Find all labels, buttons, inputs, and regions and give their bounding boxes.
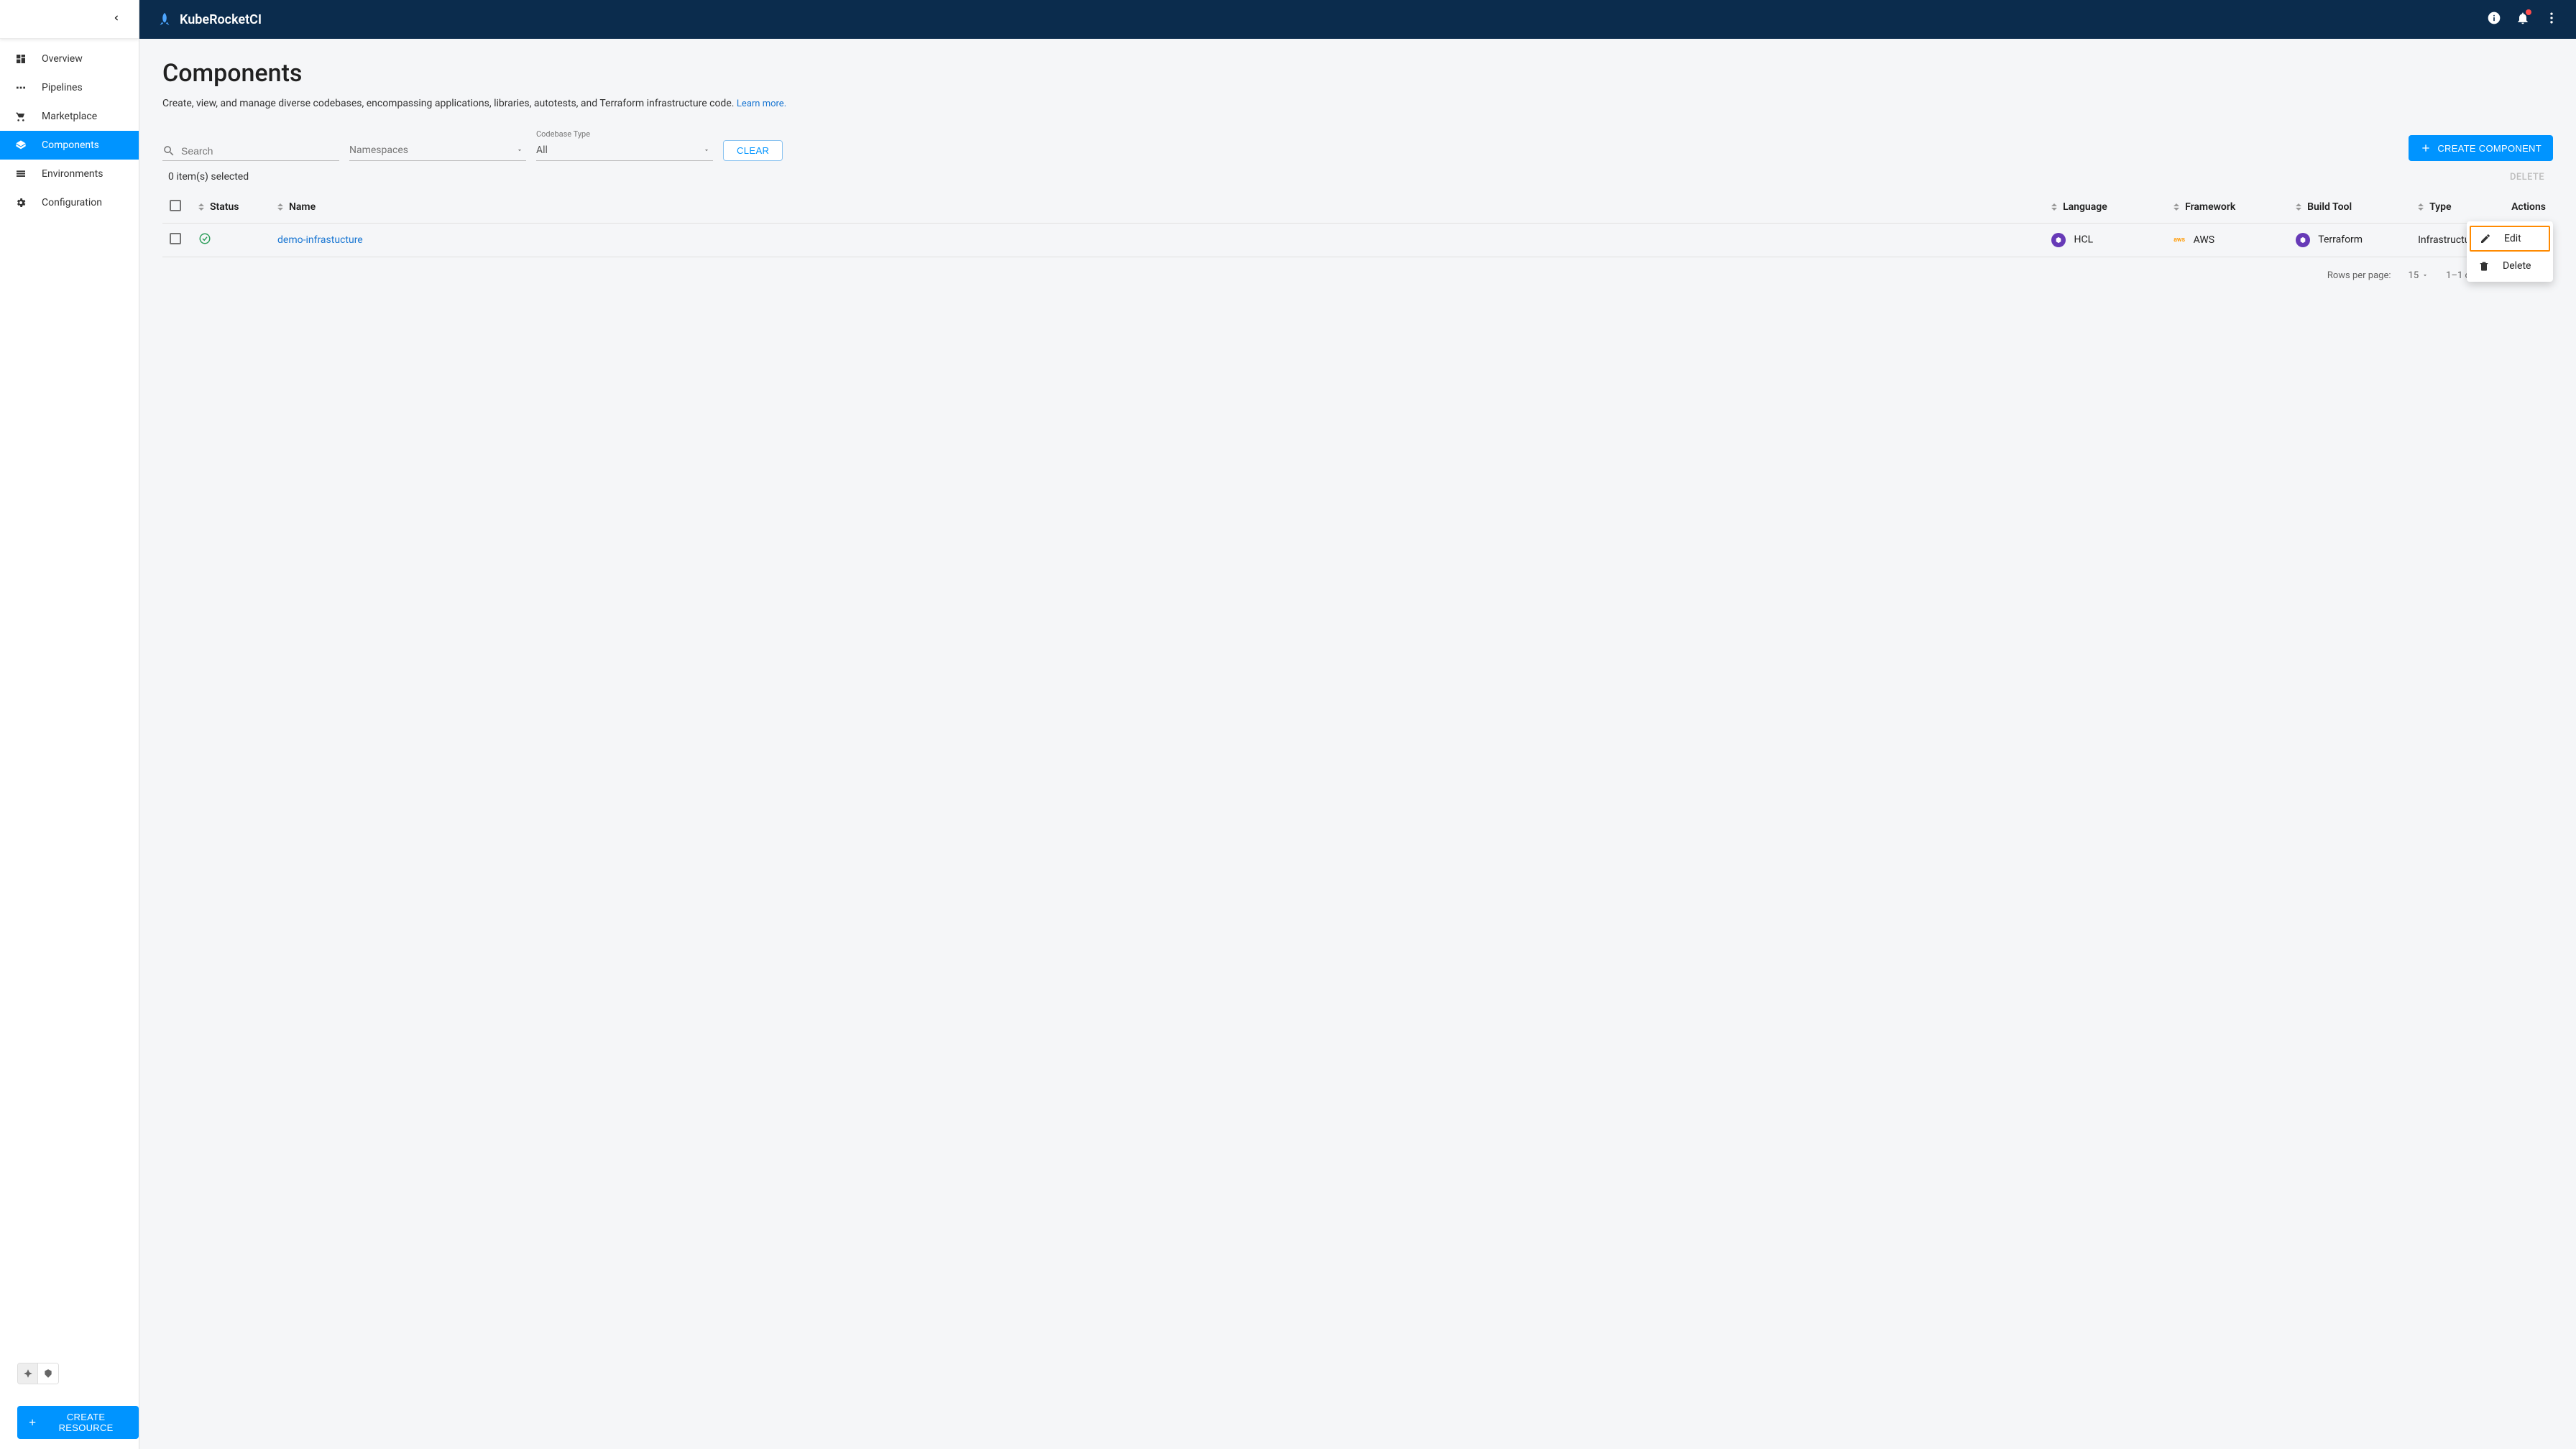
col-language: Language [2063, 201, 2107, 213]
sidebar-item-pipelines[interactable]: Pipelines [0, 73, 139, 102]
notifications-icon[interactable] [2516, 11, 2530, 28]
sidebar-header [0, 0, 139, 39]
row-checkbox[interactable] [170, 233, 181, 244]
create-component-label: CREATE COMPONENT [2437, 143, 2542, 154]
theme-k8s-button[interactable] [38, 1363, 58, 1384]
sidebar-item-environments[interactable]: Environments [0, 160, 139, 188]
brand-label: KubeRocketCI [180, 12, 262, 27]
namespaces-placeholder: Namespaces [349, 144, 408, 156]
sidebar-item-marketplace[interactable]: Marketplace [0, 102, 139, 131]
more-icon[interactable] [2544, 11, 2559, 28]
search-input[interactable] [181, 145, 339, 157]
search-icon [162, 144, 175, 157]
info-icon[interactable] [2487, 11, 2501, 28]
sidebar-collapse-icon[interactable] [111, 13, 121, 26]
sidebar-item-label: Environments [42, 168, 103, 180]
trash-icon [2478, 260, 2490, 272]
selection-text: 0 item(s) selected [168, 171, 249, 183]
chevron-down-icon [2421, 272, 2429, 279]
sort-icon[interactable] [2296, 203, 2301, 211]
sidebar-item-label: Overview [42, 53, 83, 65]
theme-toggle [17, 1363, 59, 1384]
sidebar: Overview Pipelines Marketplace Component… [0, 0, 139, 1449]
col-actions: Actions [2511, 201, 2546, 213]
col-type: Type [2429, 201, 2451, 213]
sidebar-item-label: Marketplace [42, 111, 97, 122]
codebase-type-value: All [536, 144, 548, 156]
topbar: KubeRocketCI [139, 0, 2576, 39]
col-build-tool: Build Tool [2307, 201, 2352, 213]
create-resource-button[interactable]: CREATE RESOURCE [17, 1406, 139, 1439]
create-resource-label: CREATE RESOURCE [43, 1412, 129, 1433]
rocket-icon [157, 12, 172, 27]
sidebar-item-label: Components [42, 139, 99, 151]
layers-icon [14, 139, 27, 152]
gear-icon [14, 196, 27, 209]
sidebar-nav: Overview Pipelines Marketplace Component… [0, 39, 139, 1363]
page-description: Create, view, and manage diverse codebas… [162, 98, 2553, 109]
col-framework: Framework [2185, 201, 2235, 213]
components-table: Status Name Language Framework Build Too… [162, 191, 2553, 257]
rows-per-page-select[interactable]: 15 [2409, 270, 2429, 281]
filters: Namespaces Codebase Type All CLEAR CREAT… [162, 129, 2553, 161]
context-delete-label: Delete [2503, 260, 2531, 272]
bulk-delete-button[interactable]: DELETE [2510, 172, 2544, 183]
pagination: Rows per page: 15 1–1 of 1 [162, 264, 2553, 286]
select-all-checkbox[interactable] [170, 200, 181, 211]
sort-icon[interactable] [2051, 203, 2057, 211]
codebase-type-select[interactable]: All [536, 140, 713, 161]
chevron-down-icon [703, 147, 710, 154]
sidebar-item-label: Pipelines [42, 82, 83, 93]
sort-icon[interactable] [277, 203, 283, 211]
status-ok-icon [198, 232, 211, 245]
chevron-down-icon [516, 147, 523, 154]
sidebar-item-components[interactable]: Components [0, 131, 139, 160]
col-name: Name [289, 201, 316, 213]
sidebar-item-overview[interactable]: Overview [0, 45, 139, 73]
page-title: Components [162, 59, 2553, 88]
cart-icon [14, 110, 27, 123]
sort-icon[interactable] [198, 203, 204, 211]
table-row: demo-infrastucture HCL aws AWS Terraform [162, 224, 2553, 257]
sidebar-item-configuration[interactable]: Configuration [0, 188, 139, 217]
pipelines-icon [14, 81, 27, 94]
brand[interactable]: KubeRocketCI [157, 12, 262, 27]
row-context-menu: Edit Delete [2467, 221, 2553, 282]
namespaces-select[interactable]: Namespaces [349, 140, 526, 161]
context-delete[interactable]: Delete [2467, 253, 2553, 279]
row-language: HCL [2074, 234, 2094, 246]
create-component-button[interactable]: CREATE COMPONENT [2409, 135, 2553, 161]
aws-icon: aws [2174, 236, 2185, 244]
context-edit[interactable]: Edit [2470, 226, 2550, 252]
sort-icon[interactable] [2174, 203, 2179, 211]
rows-per-page-label: Rows per page: [2327, 270, 2391, 281]
sidebar-footer: CREATE RESOURCE [0, 1363, 139, 1449]
context-edit-label: Edit [2504, 233, 2521, 244]
hcl-icon [2051, 233, 2066, 247]
content: Components Create, view, and manage dive… [139, 39, 2576, 1449]
row-framework: AWS [2194, 234, 2214, 246]
row-build-tool: Terraform [2318, 234, 2363, 246]
dashboard-icon [14, 52, 27, 65]
selection-row: 0 item(s) selected DELETE [168, 171, 2553, 183]
col-status: Status [210, 201, 239, 213]
terraform-icon [2296, 233, 2310, 247]
notification-dot [2526, 9, 2531, 15]
codebase-type-label: Codebase Type [536, 129, 713, 139]
row-name-link[interactable]: demo-infrastucture [277, 234, 363, 246]
list-icon [14, 167, 27, 180]
sort-icon[interactable] [2418, 203, 2424, 211]
edit-icon [2480, 233, 2491, 244]
learn-more-link[interactable]: Learn more. [737, 98, 786, 109]
sidebar-item-label: Configuration [42, 197, 102, 208]
clear-button[interactable]: CLEAR [723, 140, 783, 161]
theme-rocket-button[interactable] [18, 1363, 38, 1384]
search-input-wrapper [162, 144, 339, 161]
